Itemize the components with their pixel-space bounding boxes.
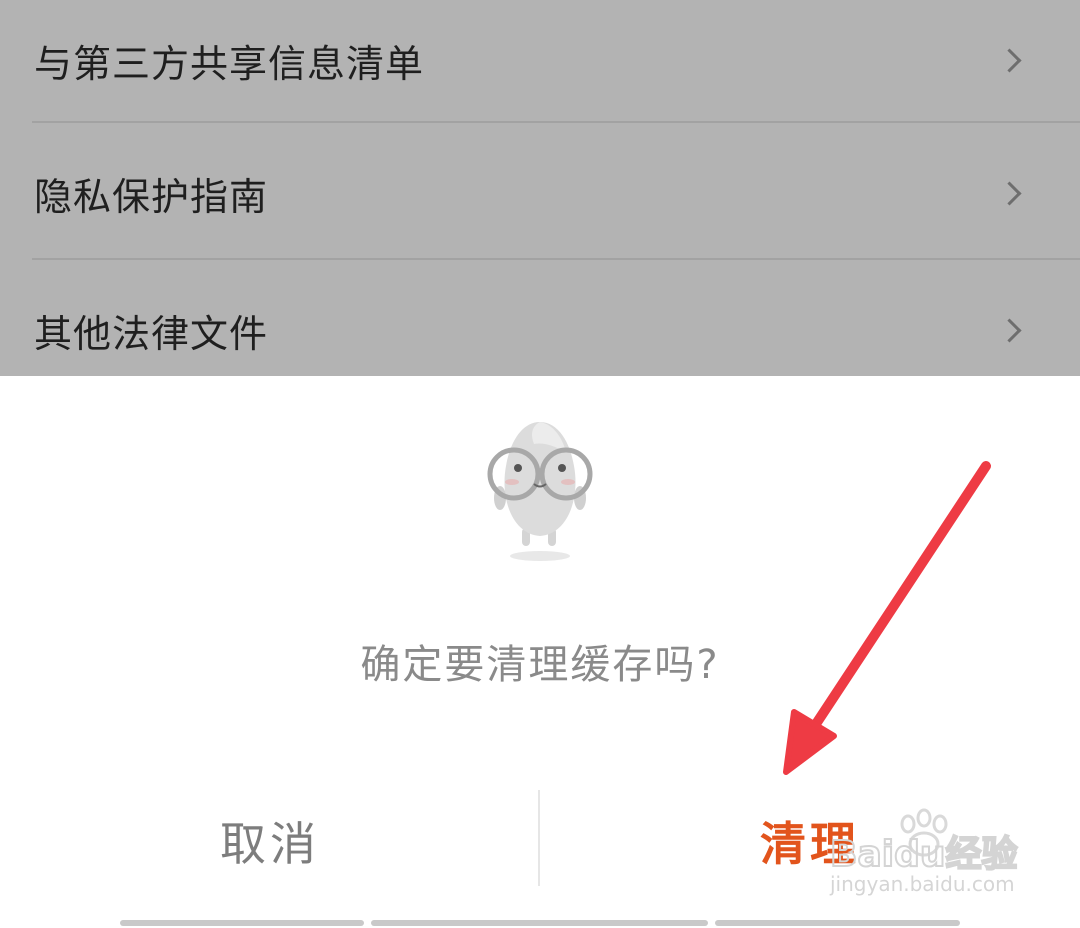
clear-button[interactable]: 清理 bbox=[540, 786, 1080, 896]
settings-item-third-party-sharing[interactable]: 与第三方共享信息清单 bbox=[0, 0, 1080, 120]
settings-item-label: 其他法律文件 bbox=[34, 311, 269, 356]
chevron-right-icon bbox=[997, 180, 1022, 206]
chevron-right-icon bbox=[997, 317, 1022, 343]
settings-item-label: 隐私保护指南 bbox=[34, 174, 269, 219]
clear-cache-dialog: 确定要清理缓存吗? 取消 清理 bbox=[0, 376, 1080, 928]
chevron-right-icon bbox=[997, 47, 1022, 73]
cancel-button[interactable]: 取消 bbox=[0, 786, 540, 896]
settings-item-privacy-guide[interactable]: 隐私保护指南 bbox=[0, 133, 1080, 253]
scroll-indicator bbox=[715, 920, 960, 926]
row-divider bbox=[32, 258, 1080, 260]
dialog-message: 确定要清理缓存吗? bbox=[360, 642, 720, 688]
row-divider bbox=[32, 121, 1080, 123]
settings-item-other-legal[interactable]: 其他法律文件 bbox=[0, 270, 1080, 390]
glasses-mascot-icon bbox=[487, 422, 593, 561]
scroll-indicator bbox=[120, 920, 364, 926]
settings-list: 与第三方共享信息清单 隐私保护指南 其他法律文件 bbox=[0, 0, 1080, 376]
settings-item-label: 与第三方共享信息清单 bbox=[34, 41, 425, 86]
scroll-indicator bbox=[371, 920, 708, 926]
